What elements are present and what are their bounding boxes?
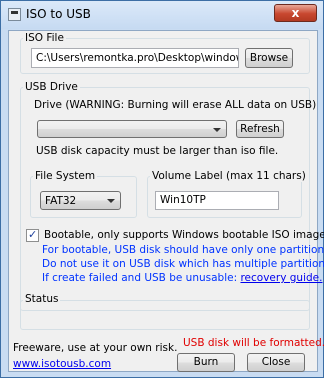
drive-dropdown[interactable]	[37, 120, 227, 138]
browse-button[interactable]: Browse	[245, 48, 293, 68]
capacity-note: USB disk capacity must be larger than is…	[36, 145, 279, 157]
app-icon	[8, 8, 21, 21]
website-link[interactable]: www.isotousb.com	[13, 358, 111, 370]
client-area: ISO File C:\Users\remontka.pro\Desktop\w…	[8, 30, 324, 372]
window-close-button[interactable]: x	[274, 4, 317, 22]
usb-drive-label: USB Drive	[23, 81, 80, 93]
burn-button[interactable]: Burn	[177, 353, 235, 372]
title-bar[interactable]: ISO to USB x	[1, 1, 323, 29]
bootable-checkbox[interactable]: ✓	[26, 228, 39, 242]
window-title: ISO to USB	[26, 7, 91, 21]
iso-file-label: ISO File	[23, 32, 66, 44]
bootable-note-partition: For bootable, USB disk should have only …	[42, 244, 324, 256]
refresh-button[interactable]: Refresh	[236, 120, 284, 138]
iso-path-field[interactable]: C:\Users\remontka.pro\Desktop\windows10.	[31, 48, 239, 68]
freeware-notice: Freeware, use at your own risk.	[13, 342, 178, 354]
close-button[interactable]: Close	[247, 353, 305, 372]
chevron-down-icon	[107, 199, 115, 203]
file-system-dropdown[interactable]: FAT32	[40, 191, 121, 210]
app-window: ISO to USB x ISO File C:\Users\remontka.…	[0, 0, 324, 378]
bootable-label[interactable]: Bootable, only supports Windows bootable…	[44, 229, 324, 241]
file-system-label: File System	[33, 170, 98, 182]
recovery-guide-link[interactable]: recovery guide.	[240, 272, 322, 284]
bootable-note-multiple: Do not use it on USB disk which has mult…	[42, 258, 324, 270]
status-group	[20, 300, 310, 330]
volume-label-title: Volume Label (max 11 chars)	[150, 170, 308, 182]
file-system-value: FAT32	[45, 195, 77, 207]
drive-warning-label: Drive (WARNING: Burning will erase ALL d…	[34, 99, 317, 111]
format-warning: USB disk will be formatted.	[183, 337, 324, 349]
checkmark-icon: ✓	[28, 228, 38, 241]
status-label: Status	[23, 293, 61, 305]
volume-label-input[interactable]: Win10TP	[155, 191, 279, 210]
chevron-down-icon	[213, 128, 221, 132]
recovery-prefix: If create failed and USB be unusable:	[42, 272, 241, 284]
bootable-note-recovery: If create failed and USB be unusable: re…	[42, 272, 322, 284]
